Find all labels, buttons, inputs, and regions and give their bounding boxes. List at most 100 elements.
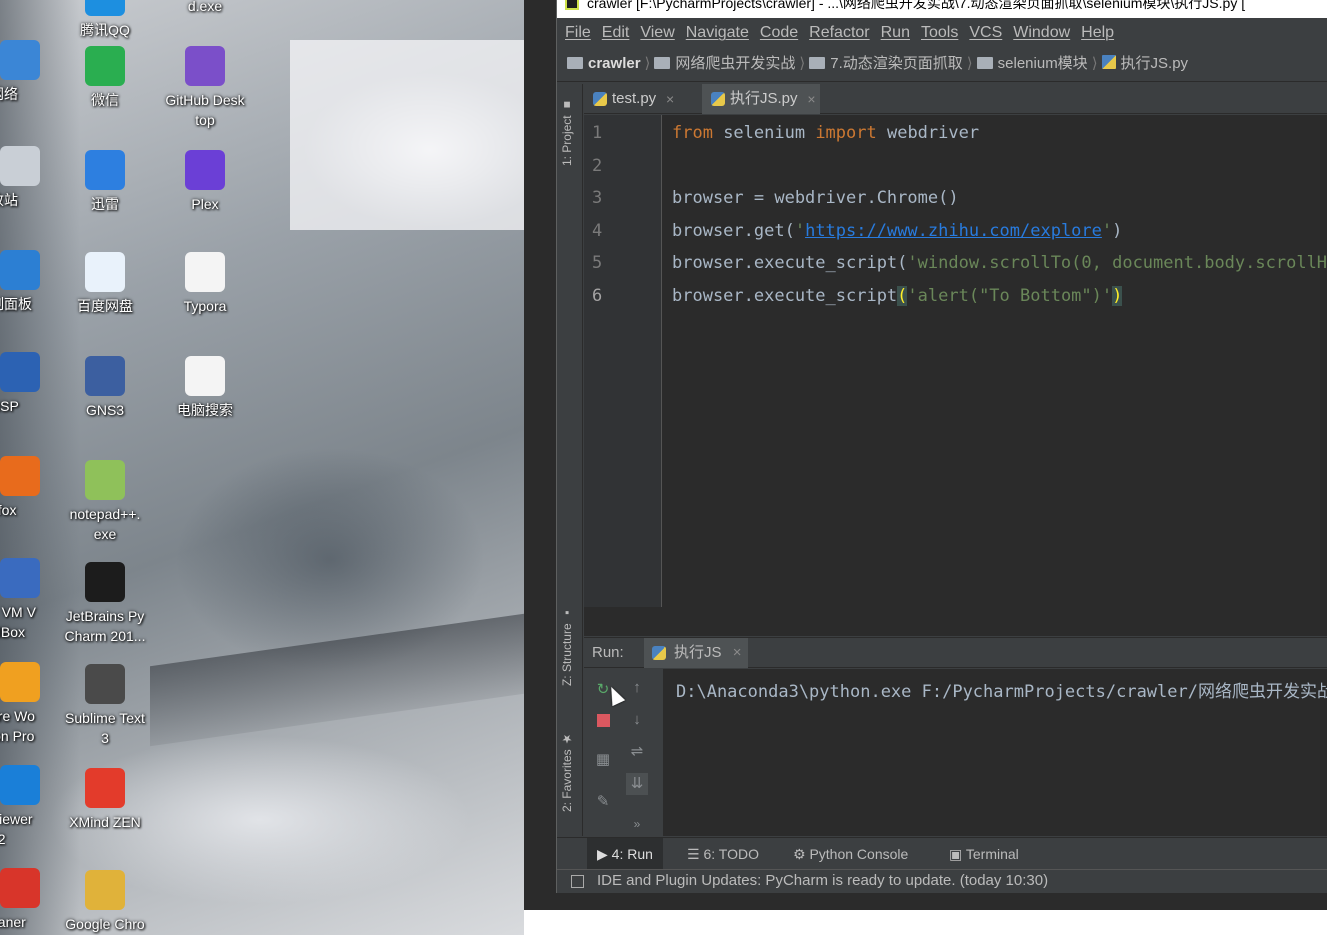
layout-icon[interactable]: ▦ (592, 749, 614, 771)
side-tab-structure[interactable]: Z: Structure ▪ (560, 606, 574, 686)
code-line-3: browser = webdriver.Chrome() (672, 188, 959, 208)
desktop-icon-pycharm[interactable]: JetBrains Py Charm 201... (55, 562, 155, 646)
close-tab-icon[interactable]: × (666, 84, 674, 114)
vmware-icon (0, 662, 40, 702)
notepadpp-icon (85, 460, 125, 500)
desktop-icon-recycle-bin[interactable]: 收站 (0, 146, 50, 210)
breadcrumb: crawler ⟩ 网络爬虫开发实战 ⟩ 7.动态渲染页面抓取 ⟩ selenium模块 ⟩ 执… (557, 48, 1327, 82)
breadcrumb-selenium[interactable]: selenium模块 (976, 48, 1088, 80)
desktop-icon-virtualbox[interactable]: e VM V alBox (0, 558, 50, 642)
console-line: D:\Anaconda3\python.exe F:/PycharmProjec… (676, 682, 1327, 702)
network-icon (0, 40, 40, 80)
bottom-tab-terminal[interactable]: ▣ Terminal (949, 838, 1019, 870)
code-editor[interactable]: 1 2 3 4 5 6 from selenium import webdriv… (584, 115, 1327, 636)
soft-wrap-icon[interactable]: ⇌ (626, 741, 648, 763)
desktop-icon-pc-search[interactable]: 电脑搜索 (155, 356, 255, 420)
desktop-wallpaper: 网络 收站 制面板 NSP efox e VM V alBox are Wo i… (0, 0, 524, 935)
menu-edit[interactable]: Edit (602, 24, 630, 41)
menu-view[interactable]: View (640, 24, 674, 41)
tab-label: 执行JS.py (730, 90, 798, 107)
menu-vcs[interactable]: VCS (969, 24, 1002, 41)
status-message[interactable]: IDE and Plugin Updates: PyCharm is ready… (597, 872, 1048, 889)
tool-window-bar: ▶ 4: Run ☰ 6: TODO ⚙ Python Console ▣ Te… (557, 837, 1327, 870)
desktop-icon-gns3[interactable]: GNS3 (55, 356, 155, 420)
pycharm-logo-icon (565, 0, 579, 10)
desktop-icon-network[interactable]: 网络 (0, 40, 50, 104)
desktop-icon-teamviewer[interactable]: Viewer 12 (0, 765, 50, 849)
menu-tools[interactable]: Tools (921, 24, 958, 41)
breadcrumb-web-crawler[interactable]: 网络爬虫开发实战 (654, 48, 795, 80)
scroll-to-end-icon[interactable]: ⇊ (626, 773, 648, 795)
menu-file[interactable]: File (565, 24, 591, 41)
menu-navigate[interactable]: Navigate (686, 24, 749, 41)
line-number: 5 (592, 253, 603, 273)
menu-help[interactable]: Help (1081, 24, 1114, 41)
breadcrumb-file[interactable]: 执行JS.py (1101, 48, 1188, 80)
event-log-icon[interactable] (571, 875, 584, 888)
desktop-icon-xunlei[interactable]: 迅雷 (55, 150, 155, 214)
python-icon (652, 646, 666, 660)
bottom-tab-todo[interactable]: ☰ 6: TODO (687, 838, 759, 870)
background-gap (524, 0, 556, 935)
wallpaper-highlight (290, 40, 524, 230)
more-icon[interactable]: » (626, 813, 648, 835)
desktop-icon-notepadpp[interactable]: notepad++. exe (55, 460, 155, 544)
control-panel-icon (0, 250, 40, 290)
desktop-icon-typora[interactable]: Typora (155, 252, 255, 316)
desktop-icon-firefox[interactable]: efox (0, 456, 50, 520)
python-console-icon: ⚙ (793, 846, 806, 862)
desktop-icon-sublime[interactable]: Sublime Text 3 (55, 664, 155, 748)
menu-run[interactable]: Run (881, 24, 910, 41)
run-toolbar: ↻ ↑ ↓ ▦ ⇌ ⇊ ✎ » (584, 669, 664, 836)
pycharm-window: crawler [F:\PycharmProjects\crawler] - .… (556, 0, 1327, 893)
side-tab-favorites[interactable]: 2: Favorites ★ (560, 732, 574, 812)
qq-icon (85, 0, 125, 16)
folder-icon (567, 57, 583, 69)
desktop-icon-xmind[interactable]: XMind ZEN (55, 768, 155, 832)
ccleaner-icon (0, 868, 40, 908)
tab-label: test.py (612, 90, 657, 107)
code-line-4: browser.get('https://www.zhihu.com/explo… (672, 221, 1123, 241)
breadcrumb-dynamic-render[interactable]: 7.动态渲染页面抓取 (809, 48, 963, 80)
stop-icon[interactable] (592, 709, 614, 731)
baidu-netdisk-icon (85, 252, 125, 292)
breadcrumb-crawler[interactable]: crawler (567, 48, 641, 80)
menu-refactor[interactable]: Refactor (809, 24, 869, 41)
run-console[interactable]: D:\Anaconda3\python.exe F:/PycharmProjec… (664, 669, 1327, 836)
bottom-tab-python-console[interactable]: ⚙ Python Console (793, 838, 908, 870)
url-link[interactable]: https://www.zhihu.com/explore (805, 221, 1102, 241)
desktop-icon-fulldownload[interactable]: FullDownloa d.exe (155, 0, 255, 16)
python-file-icon (593, 92, 607, 106)
tab-exec-js-py[interactable]: 执行JS.py × (702, 84, 820, 114)
pc-search-icon (185, 356, 225, 396)
line-number: 1 (592, 123, 603, 143)
run-tool-header: Run: 执行JS × (584, 637, 1327, 668)
desktop-icon-control-panel[interactable]: 制面板 (0, 250, 50, 314)
python-file-icon (711, 92, 725, 106)
desktop-icon-nsp[interactable]: NSP (0, 352, 50, 416)
desktop-icon-baidu-netdisk[interactable]: 百度网盘 (55, 252, 155, 316)
close-run-tab-icon[interactable]: × (733, 638, 742, 668)
desktop-icon-ccleaner[interactable]: eaner (0, 868, 50, 932)
desktop-icon-vmware[interactable]: are Wo ion Pro (0, 662, 50, 746)
folder-icon (976, 57, 993, 69)
virtualbox-icon (0, 558, 40, 598)
desktop-icon-chrome[interactable]: Google Chro (55, 870, 155, 934)
side-tab-project[interactable]: 1: Project ■ (560, 98, 574, 166)
run-tab[interactable]: 执行JS × (644, 638, 748, 668)
menu-code[interactable]: Code (760, 24, 798, 41)
close-tab-icon[interactable]: × (807, 84, 815, 114)
xunlei-icon (85, 150, 125, 190)
pin-icon[interactable]: ✎ (592, 791, 614, 813)
folder-icon (809, 57, 826, 69)
desktop-icon-wechat[interactable]: 微信 (55, 46, 155, 110)
desktop-icon-plex[interactable]: Plex (155, 150, 255, 214)
bottom-tab-run[interactable]: ▶ 4: Run (587, 838, 663, 870)
scroll-down-icon[interactable]: ↓ (626, 709, 648, 731)
tab-test-py[interactable]: test.py × (584, 84, 678, 114)
code-line-5: browser.execute_script('window.scrollTo(… (672, 253, 1327, 273)
desktop-icon-qq[interactable]: 腾讯QQ (55, 0, 155, 40)
scroll-up-icon[interactable]: ↑ (626, 677, 648, 699)
menu-window[interactable]: Window (1013, 24, 1070, 41)
desktop-icon-github-desktop[interactable]: GitHub Desk top (155, 46, 255, 130)
